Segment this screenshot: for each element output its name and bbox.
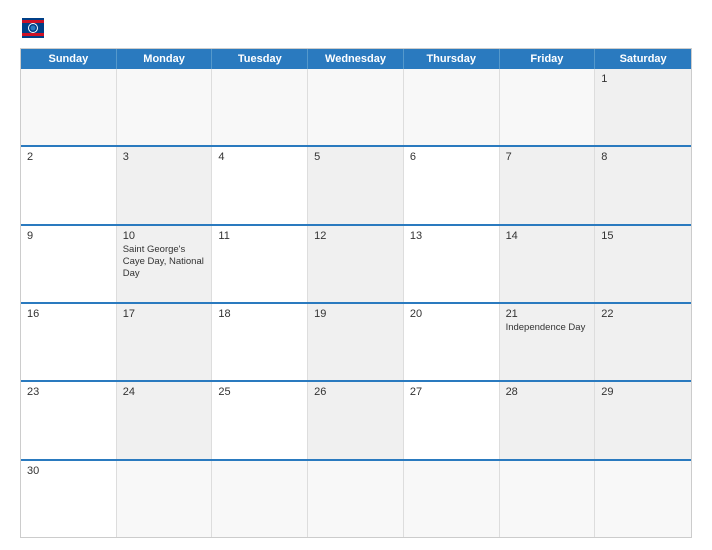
calendar-cell: 20 (404, 304, 500, 380)
day-number: 27 (410, 386, 493, 398)
calendar-cell: 23 (21, 382, 117, 458)
day-number: 29 (601, 386, 685, 398)
calendar-cell: 1 (595, 69, 691, 145)
calendar-cell: 29 (595, 382, 691, 458)
calendar-cell: 3 (117, 147, 213, 223)
day-number: 18 (218, 308, 301, 320)
calendar-row: 16 17 18 19 20 21 Independence Day 22 (21, 302, 691, 380)
day-number: 16 (27, 308, 110, 320)
day-number: 4 (218, 151, 301, 163)
calendar-cell: 18 (212, 304, 308, 380)
calendar-cell: 8 (595, 147, 691, 223)
calendar-cell (500, 461, 596, 537)
day-number: 12 (314, 230, 397, 242)
calendar-cell: 9 (21, 226, 117, 302)
day-number: 2 (27, 151, 110, 163)
calendar-cell: 22 (595, 304, 691, 380)
calendar-cell: 5 (308, 147, 404, 223)
calendar-cell: 24 (117, 382, 213, 458)
weekday-header: Thursday (404, 49, 500, 69)
weekday-header: Wednesday (308, 49, 404, 69)
calendar-cell: 15 (595, 226, 691, 302)
day-number: 1 (601, 73, 685, 85)
calendar-cell (21, 69, 117, 145)
calendar-cell: 4 (212, 147, 308, 223)
weekday-header: Monday (117, 49, 213, 69)
day-number: 15 (601, 230, 685, 242)
day-number: 13 (410, 230, 493, 242)
weekday-header: Tuesday (212, 49, 308, 69)
day-number: 8 (601, 151, 685, 163)
day-number: 14 (506, 230, 589, 242)
calendar-cell: 21 Independence Day (500, 304, 596, 380)
day-number: 7 (506, 151, 589, 163)
day-number: 23 (27, 386, 110, 398)
calendar-cell: 30 (21, 461, 117, 537)
calendar-cell (595, 461, 691, 537)
calendar-cell: 26 (308, 382, 404, 458)
calendar-cell: 28 (500, 382, 596, 458)
day-number: 28 (506, 386, 589, 398)
header (20, 18, 692, 38)
calendar-cell: 10 Saint George's Caye Day, National Day (117, 226, 213, 302)
calendar-cell: 7 (500, 147, 596, 223)
day-number: 6 (410, 151, 493, 163)
calendar-cell: 27 (404, 382, 500, 458)
day-number: 17 (123, 308, 206, 320)
calendar-cell (404, 461, 500, 537)
day-number: 10 (123, 230, 206, 242)
day-number: 25 (218, 386, 301, 398)
day-number: 3 (123, 151, 206, 163)
weekday-header: Saturday (595, 49, 691, 69)
event-label: Saint George's Caye Day, National Day (123, 244, 206, 281)
calendar-cell (117, 69, 213, 145)
day-number: 20 (410, 308, 493, 320)
calendar: SundayMondayTuesdayWednesdayThursdayFrid… (20, 48, 692, 538)
logo-flag-icon (22, 18, 44, 38)
calendar-header: SundayMondayTuesdayWednesdayThursdayFrid… (21, 49, 691, 69)
calendar-cell: 19 (308, 304, 404, 380)
calendar-row: 2345678 (21, 145, 691, 223)
day-number: 11 (218, 230, 301, 242)
calendar-row: 1 (21, 69, 691, 145)
calendar-cell: 6 (404, 147, 500, 223)
weekday-header: Friday (500, 49, 596, 69)
calendar-cell: 12 (308, 226, 404, 302)
calendar-cell: 16 (21, 304, 117, 380)
calendar-cell (500, 69, 596, 145)
calendar-cell (212, 69, 308, 145)
calendar-row: 30 (21, 459, 691, 537)
calendar-cell: 25 (212, 382, 308, 458)
calendar-body: 12345678910Saint George's Caye Day, Nati… (21, 69, 691, 537)
calendar-cell: 2 (21, 147, 117, 223)
calendar-cell: 13 (404, 226, 500, 302)
calendar-cell (308, 69, 404, 145)
day-number: 9 (27, 230, 110, 242)
calendar-cell: 14 (500, 226, 596, 302)
calendar-cell (212, 461, 308, 537)
event-label: Independence Day (506, 322, 589, 334)
calendar-cell (117, 461, 213, 537)
day-number: 22 (601, 308, 685, 320)
day-number: 19 (314, 308, 397, 320)
day-number: 30 (27, 465, 110, 477)
day-number: 5 (314, 151, 397, 163)
calendar-cell: 17 (117, 304, 213, 380)
calendar-cell (308, 461, 404, 537)
day-number: 24 (123, 386, 206, 398)
calendar-cell (404, 69, 500, 145)
weekday-header: Sunday (21, 49, 117, 69)
day-number: 21 (506, 308, 589, 320)
calendar-row: 9 10 Saint George's Caye Day, National Day… (21, 224, 691, 302)
logo (20, 18, 44, 38)
day-number: 26 (314, 386, 397, 398)
calendar-cell: 11 (212, 226, 308, 302)
page: SundayMondayTuesdayWednesdayThursdayFrid… (0, 0, 712, 550)
calendar-row: 23 24 25 26 27 28 29 (21, 380, 691, 458)
